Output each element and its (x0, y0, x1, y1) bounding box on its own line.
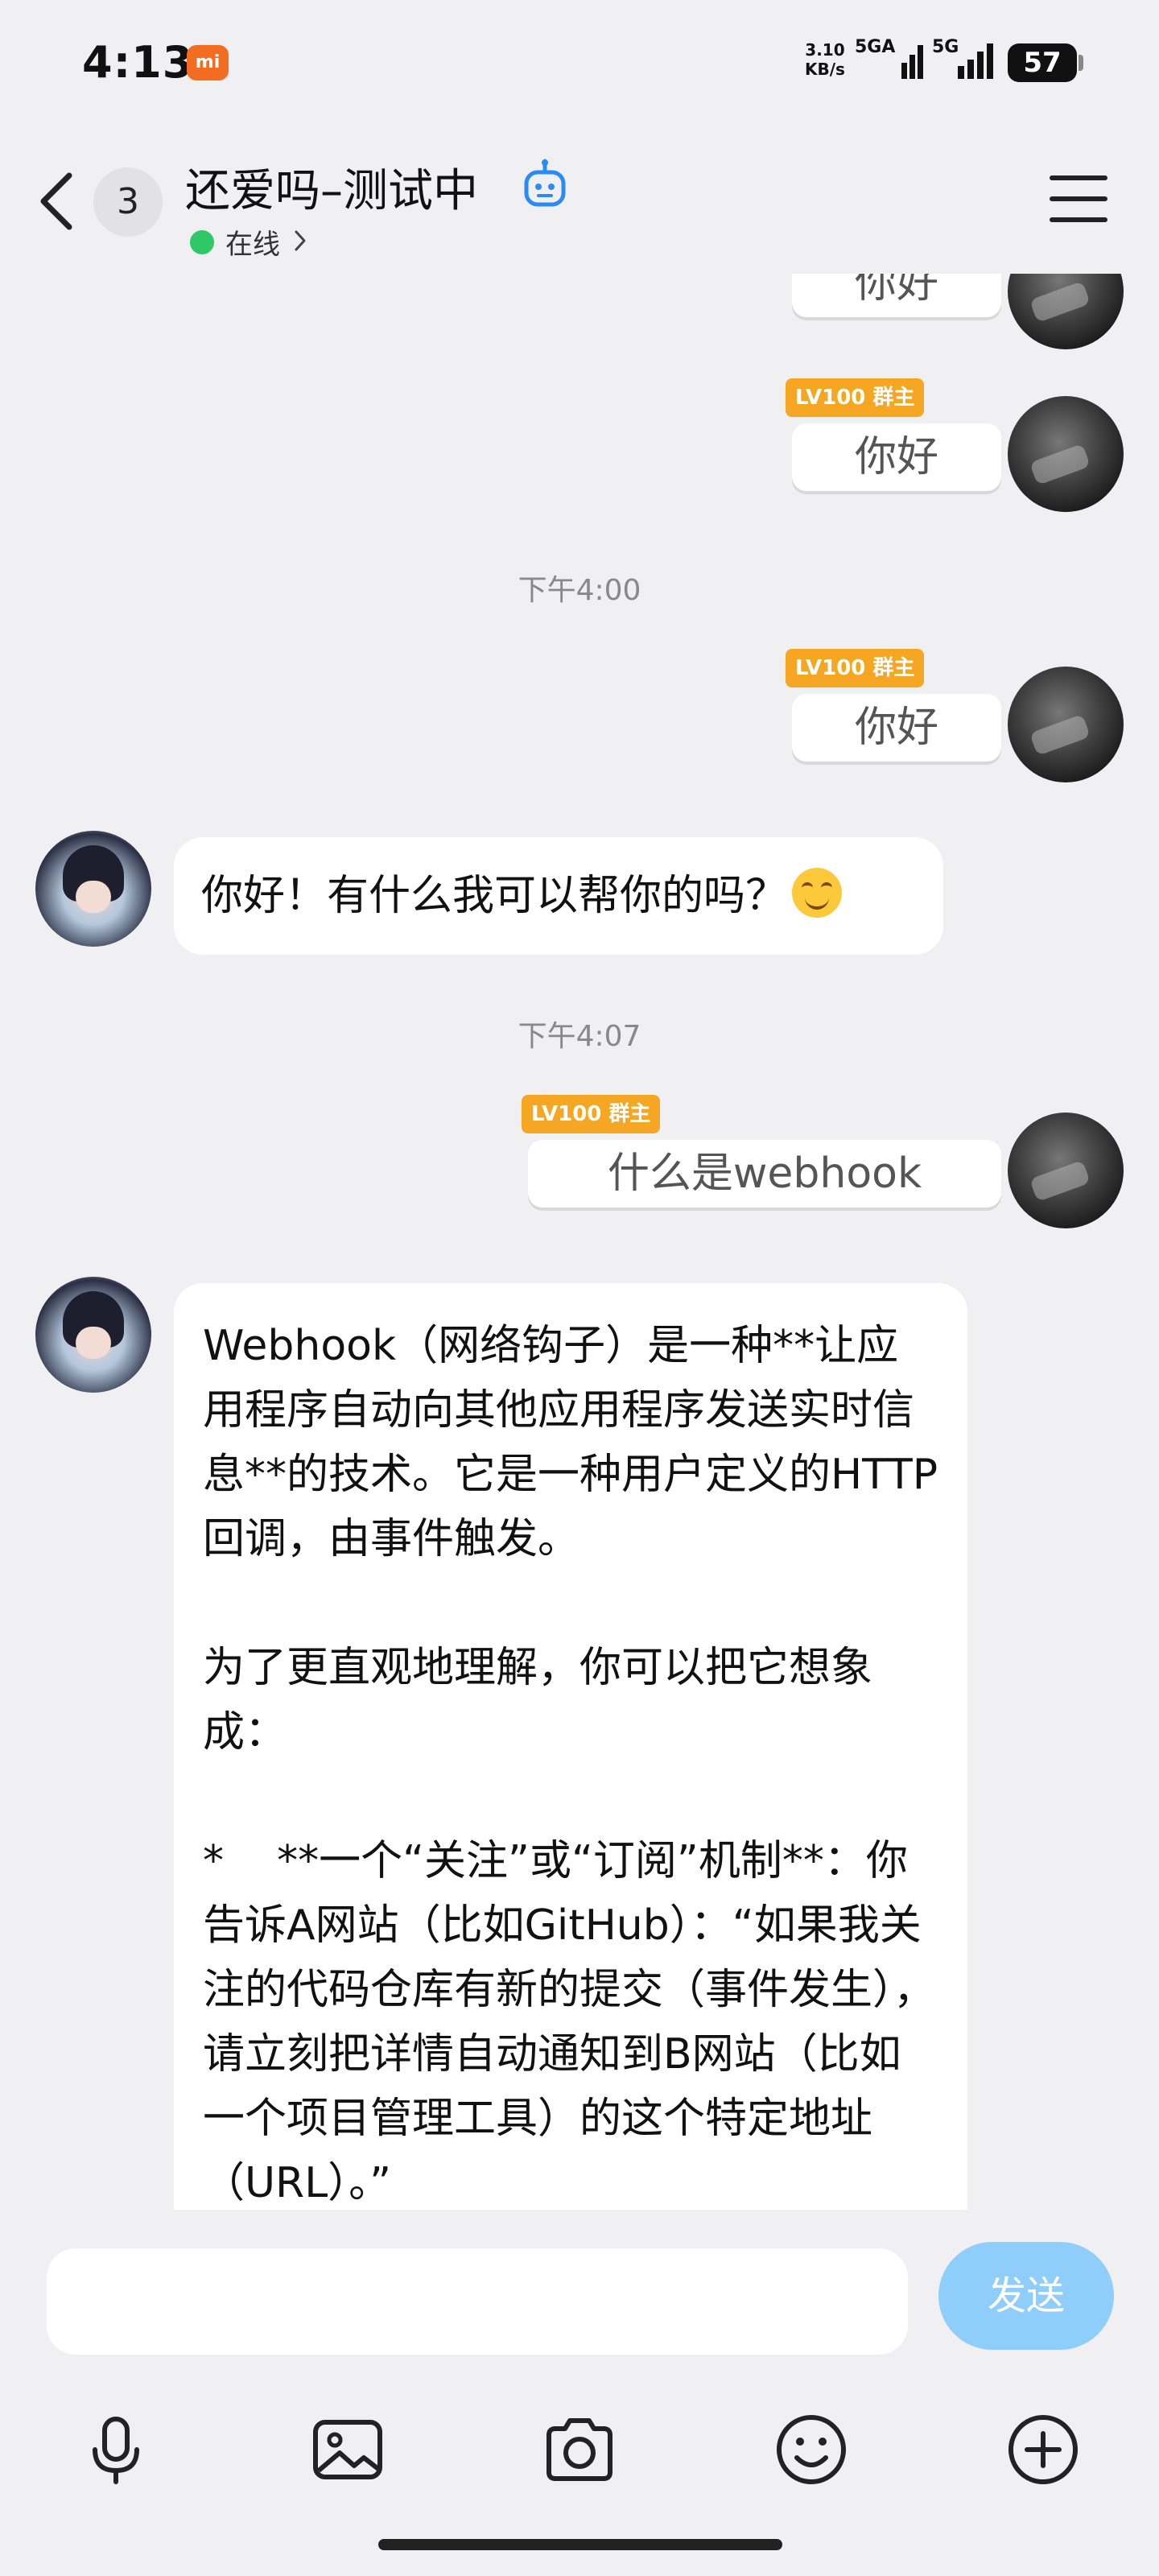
message-text: 你好！有什么我可以帮你的吗？ (201, 872, 788, 920)
avatar[interactable] (1008, 274, 1124, 349)
menu-icon[interactable] (1050, 175, 1107, 229)
camera-icon[interactable] (541, 2411, 618, 2488)
message-bubble-me[interactable]: 你好 (792, 274, 1001, 317)
bot-avatar[interactable] (35, 1277, 151, 1393)
battery-icon: 57 (1008, 43, 1077, 82)
net-speed-value: 3.10 (805, 40, 845, 60)
message-bubble-me[interactable]: 什么是webhook (528, 1140, 1001, 1208)
message-text: 你好 (854, 274, 938, 308)
home-indicator[interactable] (378, 2539, 782, 2550)
message-bubble-bot[interactable]: Webhook（网络钩子）是一种**让应用程序自动向其他应用程序发送实时信息**… (174, 1283, 967, 2210)
message-text: 你好 (854, 433, 938, 481)
bot-avatar[interactable] (35, 831, 151, 947)
avatar[interactable] (1008, 667, 1124, 782)
level-badge: LV100 群主 (522, 1095, 661, 1133)
brand-badge: mi (187, 45, 229, 80)
online-status-dot (190, 230, 214, 254)
message-bubble-me[interactable]: 你好 (792, 423, 1001, 491)
back-arrow-icon[interactable] (34, 171, 82, 232)
chevron-right-icon[interactable] (291, 227, 309, 254)
battery-tip (1079, 55, 1083, 71)
timestamp: 下午4:00 (518, 574, 641, 607)
status-bar: 4:13 mi 3.10 KB/s 5GA 5G 57 (0, 0, 1159, 129)
signal-icon (901, 45, 923, 79)
send-button[interactable]: 发送 (938, 2242, 1114, 2350)
microphone-icon[interactable] (77, 2411, 155, 2488)
status-time: 4:13 (82, 37, 194, 88)
image-icon[interactable] (309, 2411, 386, 2488)
level-badge: LV100 群主 (786, 378, 925, 417)
avatar[interactable] (1008, 396, 1124, 512)
avatar[interactable] (1008, 1113, 1124, 1228)
chat-message-list[interactable]: 你好 LV100 群主 你好 下午4:00 LV100 群主 你好 你好！有什么… (0, 274, 1159, 2210)
net-speed-unit: KB/s (805, 60, 845, 79)
plus-icon[interactable] (1004, 2411, 1082, 2488)
chat-title[interactable]: 还爱吗–测试中 (185, 155, 478, 220)
message-text: Webhook（网络钩子）是一种**让应用程序自动向其他应用程序发送实时信息**… (203, 1322, 938, 2207)
message-text: 你好 (854, 704, 938, 752)
battery-level: 57 (1023, 47, 1062, 79)
net-speed: 3.10 KB/s (805, 40, 845, 79)
emoji-icon[interactable] (773, 2411, 850, 2488)
online-status-text[interactable]: 在线 (225, 222, 280, 262)
message-bubble-bot[interactable]: 你好！有什么我可以帮你的吗？ (174, 837, 943, 955)
timestamp: 下午4:07 (518, 1020, 641, 1053)
message-bubble-me[interactable]: 你好 (792, 694, 1001, 762)
message-input[interactable] (47, 2248, 908, 2355)
robot-icon (524, 159, 566, 207)
level-badge: LV100 群主 (786, 649, 925, 687)
smile-emoji-icon (792, 868, 843, 918)
chat-header (0, 129, 1159, 274)
message-text: 什么是webhook (607, 1150, 922, 1198)
input-area: 发送 (0, 2210, 1159, 2576)
signal-icon-2 (958, 43, 993, 79)
unread-count-badge[interactable]: 3 (93, 167, 163, 237)
